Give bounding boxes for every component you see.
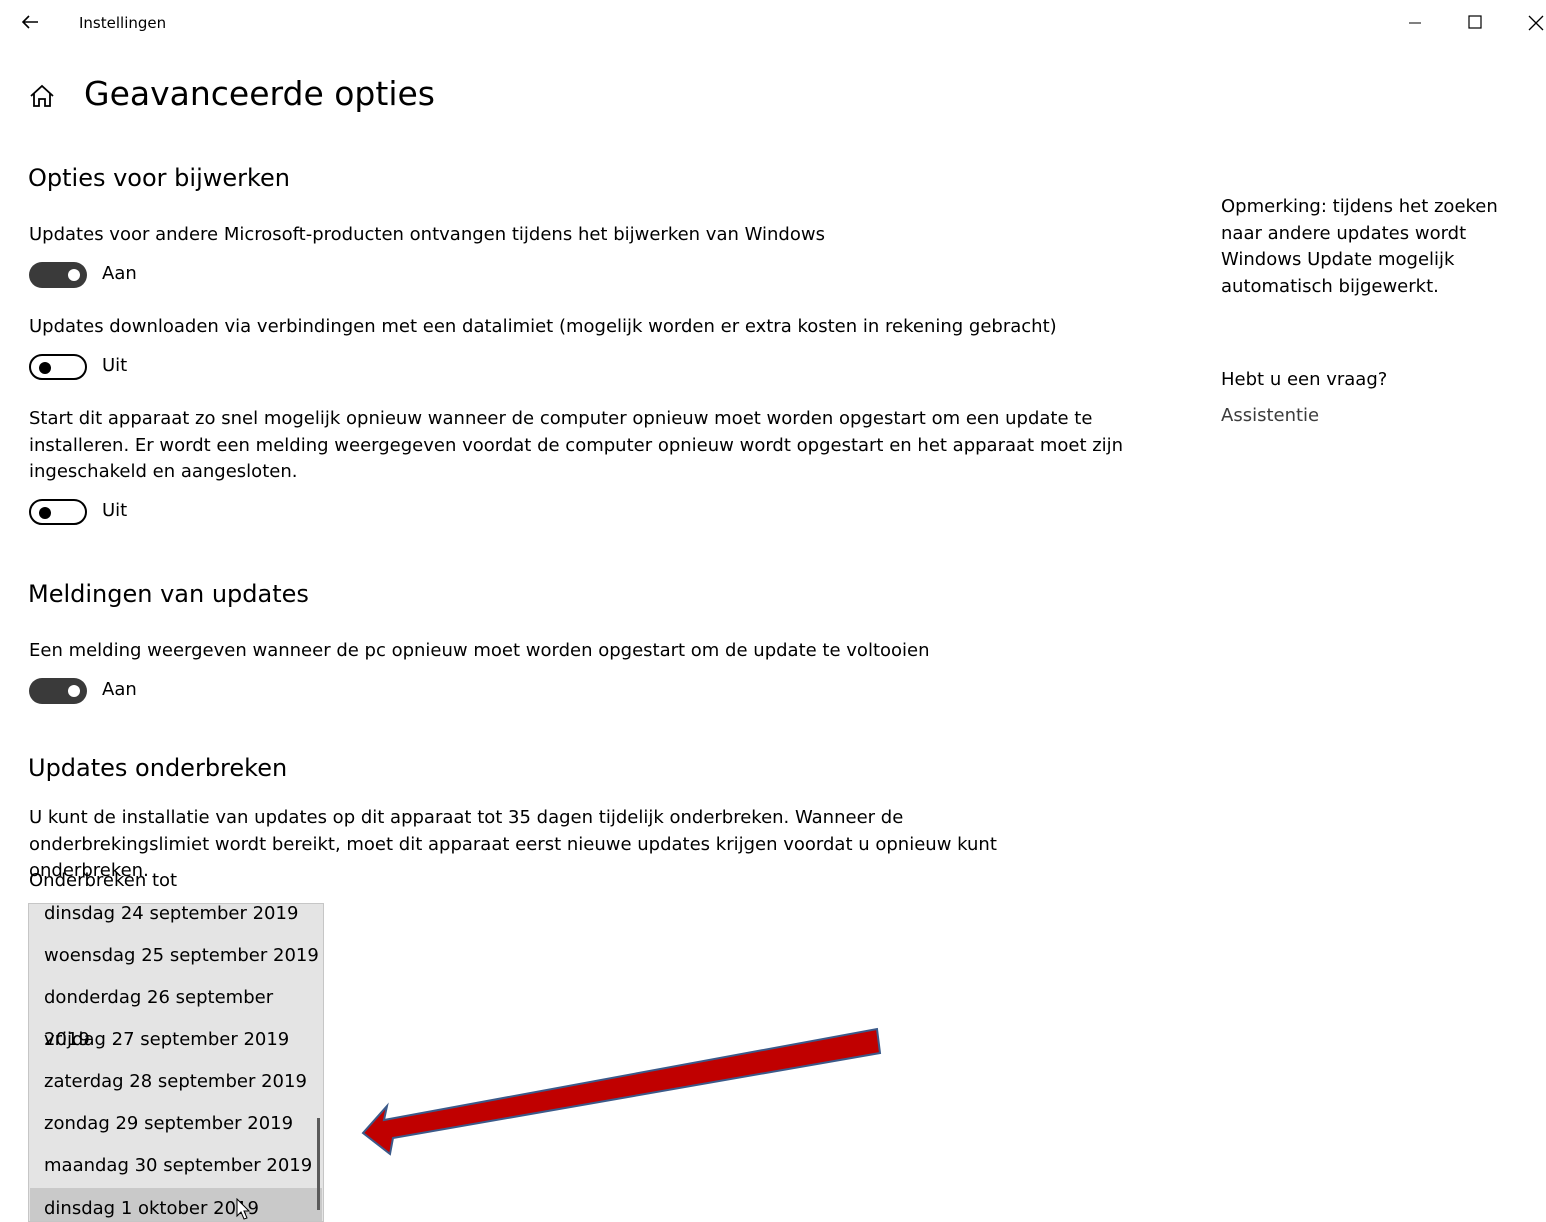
dropdown-option[interactable]: zondag 29 september 2019 xyxy=(30,1103,322,1145)
toggle-restart-notification[interactable] xyxy=(29,678,87,704)
back-button[interactable] xyxy=(14,6,46,38)
maximize-button[interactable] xyxy=(1461,8,1491,38)
toggle-knob xyxy=(68,685,80,697)
pause-until-label: Onderbreken tot xyxy=(29,870,178,891)
toggle-state-other-products: Aan xyxy=(102,263,137,284)
assistance-link[interactable]: Assistentie xyxy=(1221,405,1319,426)
toggle-state-restart-asap: Uit xyxy=(102,500,128,521)
dropdown-option-hovered[interactable]: dinsdag 1 oktober 2019 xyxy=(30,1188,322,1221)
back-arrow-icon xyxy=(21,15,38,29)
app-title: Instellingen xyxy=(79,14,167,32)
dropdown-scrollbar[interactable] xyxy=(317,1118,320,1210)
side-note: Opmerking: tijdens het zoeken naar ander… xyxy=(1221,196,1498,297)
toggle-knob xyxy=(39,362,51,374)
minimize-button[interactable] xyxy=(1401,8,1431,38)
setting-label-other-products: Updates voor andere Microsoft-producten … xyxy=(29,224,825,245)
section-title-pause: Updates onderbreken xyxy=(28,754,288,782)
pause-until-dropdown-list[interactable]: dinsdag 24 september 2019 woensdag 25 se… xyxy=(28,903,324,1222)
dropdown-option[interactable]: maandag 30 september 2019 xyxy=(30,1145,322,1187)
section-title-update-options: Opties voor bijwerken xyxy=(28,164,291,192)
minimize-icon xyxy=(1409,22,1421,24)
toggle-other-products[interactable] xyxy=(29,262,87,288)
dropdown-option[interactable]: dinsdag 24 september 2019 xyxy=(30,904,322,935)
section-title-notifications: Meldingen van updates xyxy=(28,580,309,608)
annotation-arrow-icon xyxy=(361,1027,882,1156)
page-title: Geavanceerde opties xyxy=(84,74,435,113)
dropdown-option[interactable]: zaterdag 28 september 2019 xyxy=(30,1061,322,1103)
pause-description: U kunt de installatie van updates op dit… xyxy=(29,807,997,881)
toggle-restart-asap[interactable] xyxy=(29,499,87,525)
setting-label-restart-notification: Een melding weergeven wanneer de pc opni… xyxy=(29,640,930,661)
close-icon xyxy=(1528,15,1544,31)
dropdown-option[interactable]: vrijdag 27 september 2019 xyxy=(30,1019,322,1061)
home-icon xyxy=(30,84,54,107)
toggle-state-restart-notification: Aan xyxy=(102,679,137,700)
toggle-metered-download[interactable] xyxy=(29,354,87,380)
setting-label-metered-download: Updates downloaden via verbindingen met … xyxy=(29,316,1057,337)
maximize-icon xyxy=(1468,15,1482,29)
toggle-state-metered-download: Uit xyxy=(102,355,128,376)
dropdown-option[interactable]: donderdag 26 september 2019 xyxy=(30,977,322,1050)
dropdown-option[interactable]: woensdag 25 september 2019 xyxy=(30,935,322,977)
help-title: Hebt u een vraag? xyxy=(1221,369,1388,390)
toggle-knob xyxy=(39,507,51,519)
close-button[interactable] xyxy=(1521,8,1546,38)
setting-label-restart-asap: Start dit apparaat zo snel mogelijk opni… xyxy=(29,408,1124,482)
title-bar: Instellingen xyxy=(0,0,1546,46)
home-button[interactable] xyxy=(28,82,56,110)
mouse-cursor-icon xyxy=(236,1198,251,1220)
toggle-knob xyxy=(68,269,80,281)
